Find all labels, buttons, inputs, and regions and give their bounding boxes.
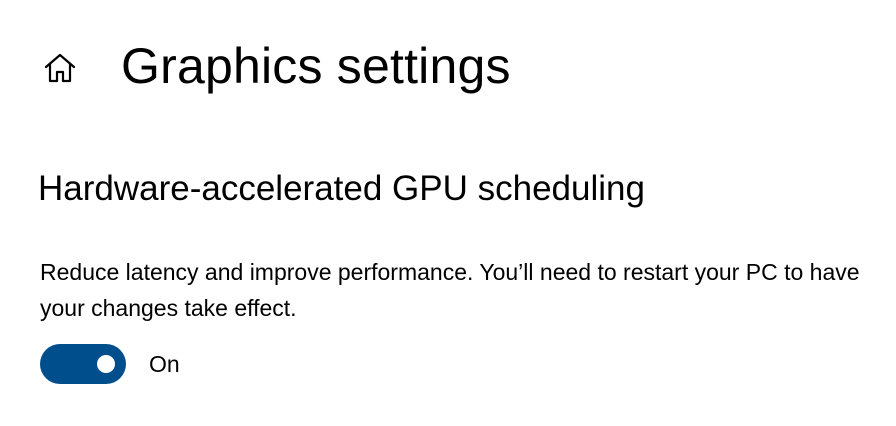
gpu-scheduling-toggle-row: On (40, 344, 180, 384)
toggle-state-label: On (149, 351, 180, 377)
gpu-scheduling-toggle[interactable] (40, 344, 126, 384)
section-title: Hardware-accelerated GPU scheduling (38, 169, 645, 208)
page-title: Graphics settings (121, 38, 511, 94)
section-description: Reduce latency and improve performance. … (40, 259, 860, 321)
home-icon (44, 53, 76, 83)
home-button[interactable] (38, 48, 82, 88)
toggle-knob (97, 355, 115, 373)
graphics-settings-page: Graphics settings Hardware-accelerated G… (0, 0, 896, 426)
